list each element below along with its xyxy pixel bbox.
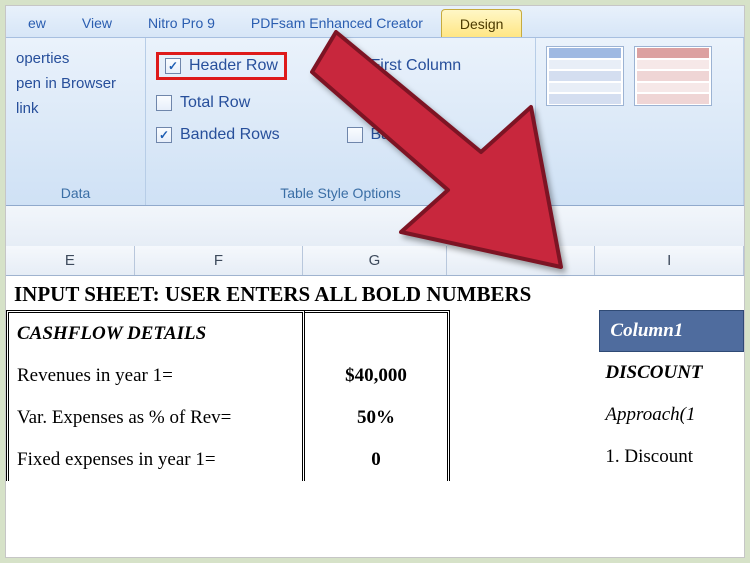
column-header-g[interactable]: G xyxy=(303,246,447,275)
banded-rows-label: Banded Rows xyxy=(180,126,280,144)
properties-button[interactable]: operties xyxy=(16,50,135,67)
cell-discount-1[interactable]: 1. Discount xyxy=(599,436,744,478)
table-style-blue[interactable] xyxy=(546,46,624,106)
column-i-block: Column1 DISCOUNT Approach(1 1. Discount xyxy=(599,310,744,481)
tab-pdfsam[interactable]: PDFsam Enhanced Creator xyxy=(233,9,441,37)
table-style-red[interactable] xyxy=(634,46,712,106)
ribbon-tabs: ew View Nitro Pro 9 PDFsam Enhanced Crea… xyxy=(6,6,744,38)
tab-design[interactable]: Design xyxy=(441,9,523,37)
banded-columns-check[interactable]: Ban xyxy=(347,126,526,144)
formula-bar-area xyxy=(6,206,744,246)
cell-approach[interactable]: Approach(1 xyxy=(599,394,744,436)
tab-view[interactable]: View xyxy=(64,9,130,37)
cell-revenues-value[interactable]: $40,000 xyxy=(305,355,447,397)
column-header-f[interactable]: F xyxy=(135,246,303,275)
banded-rows-check[interactable]: ✓ Banded Rows xyxy=(156,126,335,144)
sheet-area[interactable]: INPUT SHEET: USER ENTERS ALL BOLD NUMBER… xyxy=(6,276,744,481)
banded-cols-label: Ban xyxy=(371,126,399,144)
cell-title[interactable]: INPUT SHEET: USER ENTERS ALL BOLD NUMBER… xyxy=(6,276,744,310)
column-headers: E F G I xyxy=(6,246,744,276)
header-row-check[interactable]: ✓ Header Row xyxy=(156,52,335,80)
group-table-styles xyxy=(536,38,744,205)
cell-revenues-label[interactable]: Revenues in year 1= xyxy=(9,355,302,397)
cell-cashflow-header[interactable]: CASHFLOW DETAILS xyxy=(9,313,302,355)
checkbox-icon: ✓ xyxy=(165,58,181,74)
cell-fixed-label[interactable]: Fixed expenses in year 1= xyxy=(9,439,302,481)
cell-column1-header[interactable]: Column1 xyxy=(599,310,744,352)
header-row-highlight: ✓ Header Row xyxy=(156,52,287,80)
cell-blank[interactable] xyxy=(305,313,447,355)
column-header-h[interactable] xyxy=(447,246,596,275)
header-row-label: Header Row xyxy=(189,57,278,75)
group-label-data: Data xyxy=(16,179,135,201)
column-header-i[interactable]: I xyxy=(595,246,744,275)
checkbox-icon xyxy=(347,127,363,143)
ribbon: operties pen in Browser link Data ✓ Head… xyxy=(6,38,744,206)
cashflow-labels: CASHFLOW DETAILS Revenues in year 1= Var… xyxy=(6,310,305,481)
checkbox-icon: ✓ xyxy=(156,127,172,143)
column-header-e[interactable]: E xyxy=(6,246,135,275)
tab-cut[interactable]: ew xyxy=(10,9,64,37)
cell-varexp-value[interactable]: 50% xyxy=(305,397,447,439)
cell-varexp-label[interactable]: Var. Expenses as % of Rev= xyxy=(9,397,302,439)
checkbox-icon xyxy=(347,58,363,74)
group-external-table-data: operties pen in Browser link Data xyxy=(6,38,146,205)
tab-nitro[interactable]: Nitro Pro 9 xyxy=(130,9,233,37)
group-label-tso: Table Style Options xyxy=(156,179,525,201)
cashflow-values: $40,000 50% 0 xyxy=(305,310,450,481)
first-column-label: First Column xyxy=(371,57,462,75)
total-row-label: Total Row xyxy=(180,94,250,112)
group-table-style-options: ✓ Header Row First Column Total Row ✓ Ba… xyxy=(146,38,536,205)
first-column-check[interactable]: First Column xyxy=(347,52,526,80)
open-in-browser-button[interactable]: pen in Browser xyxy=(16,75,135,92)
cell-discount[interactable]: DISCOUNT xyxy=(599,352,744,394)
total-row-check[interactable]: Total Row xyxy=(156,94,335,112)
cell-fixed-value[interactable]: 0 xyxy=(305,439,447,481)
checkbox-icon xyxy=(156,95,172,111)
unlink-button[interactable]: link xyxy=(16,100,135,117)
